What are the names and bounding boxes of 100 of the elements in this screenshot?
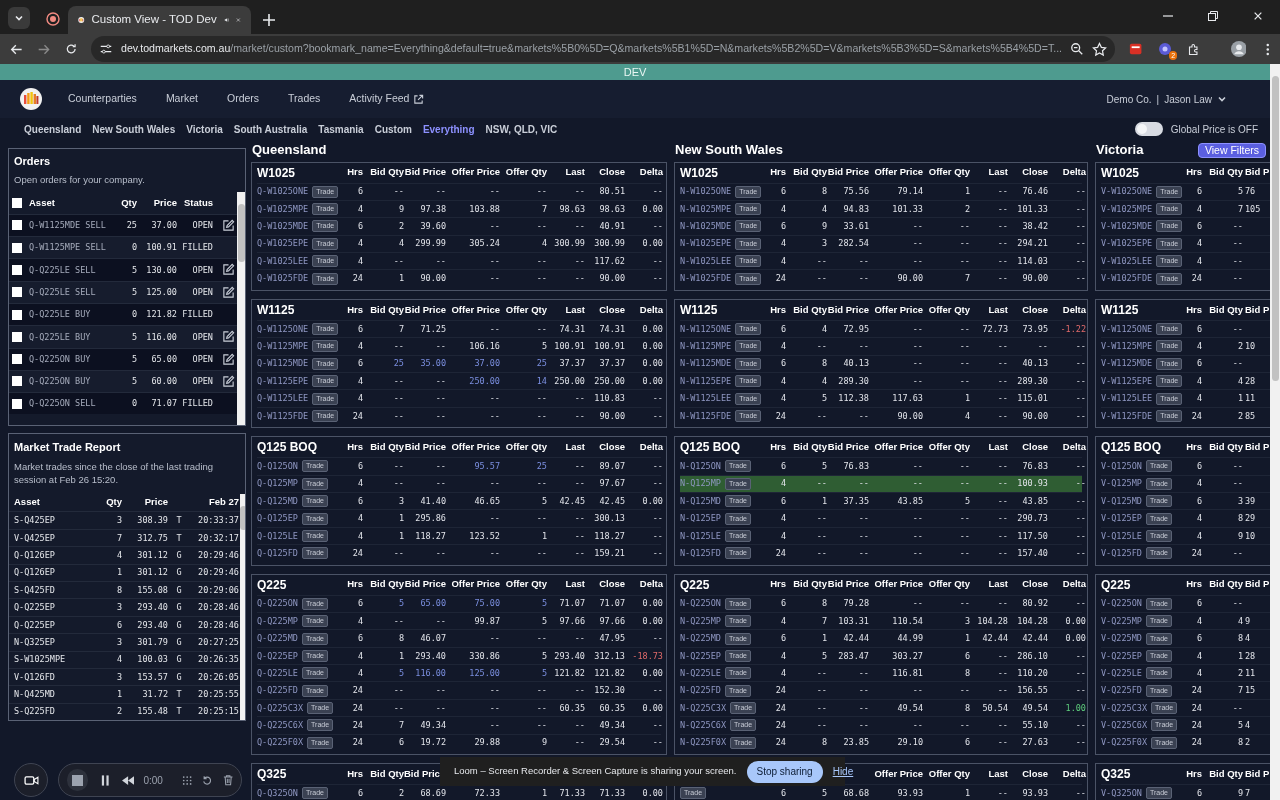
asset-link[interactable]: N-Q225FD [680, 684, 721, 698]
asset-link[interactable]: N-Q125FD [680, 546, 721, 560]
asset-link[interactable]: Q-Q225C3X [257, 701, 304, 715]
asset-link[interactable]: V-Q125MD [1101, 494, 1142, 508]
grid-icon[interactable] [181, 774, 193, 786]
asset-link[interactable]: Q-W1025LEE [257, 254, 309, 268]
nav-link[interactable]: Market [165, 91, 198, 107]
nav-link[interactable]: Activity Feed [349, 91, 425, 107]
asset-link[interactable]: N-Q125LE [680, 529, 721, 543]
asset-link[interactable]: V-W1025ONE [1101, 185, 1153, 199]
asset-link[interactable]: V-W1125EPE [1101, 374, 1153, 388]
asset-link[interactable]: V-W1025FDE [1101, 272, 1153, 285]
asset-link[interactable]: V-Q225FD [1101, 684, 1142, 698]
edit-icon[interactable] [222, 285, 235, 299]
select-all-checkbox[interactable] [12, 197, 22, 208]
edit-icon[interactable] [222, 352, 235, 366]
asset-link[interactable]: N-W1125MDE [680, 357, 732, 371]
market-tab[interactable]: Queensland [24, 121, 82, 137]
asset-link[interactable]: N-W1125MPE [680, 340, 732, 353]
tab-search-button[interactable] [8, 7, 30, 29]
asset-link[interactable]: Q-Q125MD [257, 494, 298, 508]
asset-link[interactable]: V-Q225C6X [1101, 719, 1148, 732]
asset-link[interactable]: N-Q225EP [680, 649, 721, 663]
edit-icon[interactable] [222, 330, 235, 344]
row-checkbox[interactable] [12, 376, 22, 387]
asset-link[interactable]: Q-W1125MDE [257, 357, 309, 371]
asset-link[interactable]: Q-Q225LE [257, 666, 298, 680]
market-tab[interactable]: Victoria [186, 121, 223, 137]
row-checkbox[interactable] [12, 287, 22, 298]
asset-link[interactable]: V-Q225LE [1101, 666, 1142, 680]
restart-icon[interactable] [202, 774, 213, 786]
nav-link[interactable]: Trades [288, 91, 321, 107]
asset-link[interactable]: V-W1125LEE [1101, 392, 1153, 405]
restore-icon[interactable] [1206, 10, 1219, 22]
asset-link[interactable]: Q-Q225FD [257, 684, 298, 698]
global-price-toggle[interactable] [1134, 122, 1163, 136]
asset-link[interactable]: V-W1025MDE [1101, 220, 1153, 233]
row-checkbox[interactable] [12, 242, 22, 253]
edit-icon[interactable] [222, 263, 235, 277]
profile-avatar-icon[interactable] [1230, 40, 1247, 58]
row-checkbox[interactable] [12, 265, 22, 275]
asset-link[interactable]: N-Q225ON [680, 597, 721, 611]
asset-link[interactable]: N-Q225C6X [680, 719, 727, 732]
asset-link[interactable]: V-Q225EP [1101, 649, 1142, 663]
site-settings-icon[interactable] [99, 42, 113, 56]
asset-link[interactable]: V-Q225C3X [1101, 701, 1148, 715]
asset-link[interactable]: V-W1025MPE [1101, 202, 1153, 216]
app-logo-icon[interactable] [19, 87, 43, 111]
asset-link[interactable]: Q-W1125EPE [257, 374, 309, 388]
asset-link[interactable]: V-Q125EP [1101, 512, 1142, 525]
market-tab[interactable]: Tasmania [318, 121, 364, 137]
asset-link[interactable]: Q-Q225MP [257, 614, 298, 628]
asset-link[interactable]: V-W1025LEE [1101, 254, 1153, 268]
rewind-icon[interactable] [122, 775, 135, 785]
row-checkbox[interactable] [12, 354, 22, 365]
asset-link[interactable]: Q-W1025EPE [257, 237, 309, 251]
asset-link[interactable]: V-Q225F0X [1101, 736, 1148, 750]
camera-button[interactable] [14, 763, 48, 797]
extension-icon[interactable] [1157, 41, 1174, 57]
asset-link[interactable]: N-Q125EP [680, 512, 721, 525]
url-text[interactable]: dev.todmarkets.com.au/market/custom?bookmark_name=Everything&default=true&markets%5B0%5D=Q&markets%5B1%5D=N&markets%5B2%5D=V&markets%5B3%5D=S&markets%5B4%5D=T... [121, 41, 1062, 57]
asset-link[interactable]: V-W1025EPE [1101, 237, 1153, 251]
asset-link[interactable]: Q-W1125LEE [257, 392, 309, 405]
record-icon[interactable] [46, 12, 60, 26]
page-scrollbar[interactable] [1270, 64, 1280, 800]
edit-icon[interactable] [222, 374, 235, 388]
scrollbar[interactable] [237, 191, 245, 425]
market-tab[interactable]: Everything [422, 121, 475, 137]
asset-link[interactable]: V-Q125FD [1101, 546, 1142, 560]
browser-tab[interactable]: Custom View - TOD Dev [68, 6, 251, 34]
asset-link[interactable]: V-Q225MP [1101, 614, 1142, 628]
asset-link[interactable]: V-Q325ON [1101, 786, 1142, 800]
asset-link[interactable]: Q-W1025MDE [257, 220, 309, 233]
asset-link[interactable]: Q-Q125MP [257, 477, 298, 491]
asset-link[interactable]: Q-W1125FDE [257, 409, 309, 423]
asset-link[interactable]: N-Q225MD [680, 632, 721, 645]
close-icon[interactable] [1252, 11, 1263, 21]
address-bar[interactable]: dev.todmarkets.com.au/market/custom?bookmark_name=Everything&default=true&markets%5B0%5D=Q&markets%5B1%5D=N&markets%5B2%5D=V&markets%5B3%5D=S&markets%5B4%5D=T... [91, 36, 1115, 62]
menu-icon[interactable] [1266, 41, 1270, 57]
asset-link[interactable]: N-W1125ONE [680, 322, 732, 336]
asset-link[interactable]: Q-Q125ON [257, 460, 298, 473]
asset-link[interactable]: Q-Q225F0X [257, 736, 304, 750]
asset-link[interactable]: Q-W1025FDE [257, 272, 309, 285]
scrollbar[interactable] [240, 493, 245, 720]
reload-icon[interactable] [64, 42, 77, 56]
pause-icon[interactable] [100, 774, 110, 786]
asset-link[interactable]: Q-W1025MPE [257, 202, 309, 216]
asset-link[interactable]: N-Q225C3X [680, 701, 727, 715]
asset-link[interactable]: Q-Q225MD [257, 632, 298, 645]
stop-sharing-button[interactable]: Stop sharing [746, 760, 823, 783]
asset-link[interactable]: N-Q225F0X [680, 736, 727, 750]
asset-link[interactable]: Q-Q225EP [257, 649, 298, 663]
market-tab[interactable]: Custom [374, 121, 412, 137]
nav-link[interactable]: Orders [226, 91, 260, 107]
asset-link[interactable]: N-Q125ON [680, 460, 721, 473]
asset-link[interactable]: Q-Q225C6X [257, 719, 304, 732]
view-filters-button[interactable]: View Filters [1197, 143, 1266, 158]
asset-link[interactable]: Q-Q125FD [257, 546, 298, 560]
asset-link[interactable]: Q-W1125ONE [257, 322, 309, 336]
asset-link[interactable]: V-Q125LE [1101, 529, 1142, 543]
